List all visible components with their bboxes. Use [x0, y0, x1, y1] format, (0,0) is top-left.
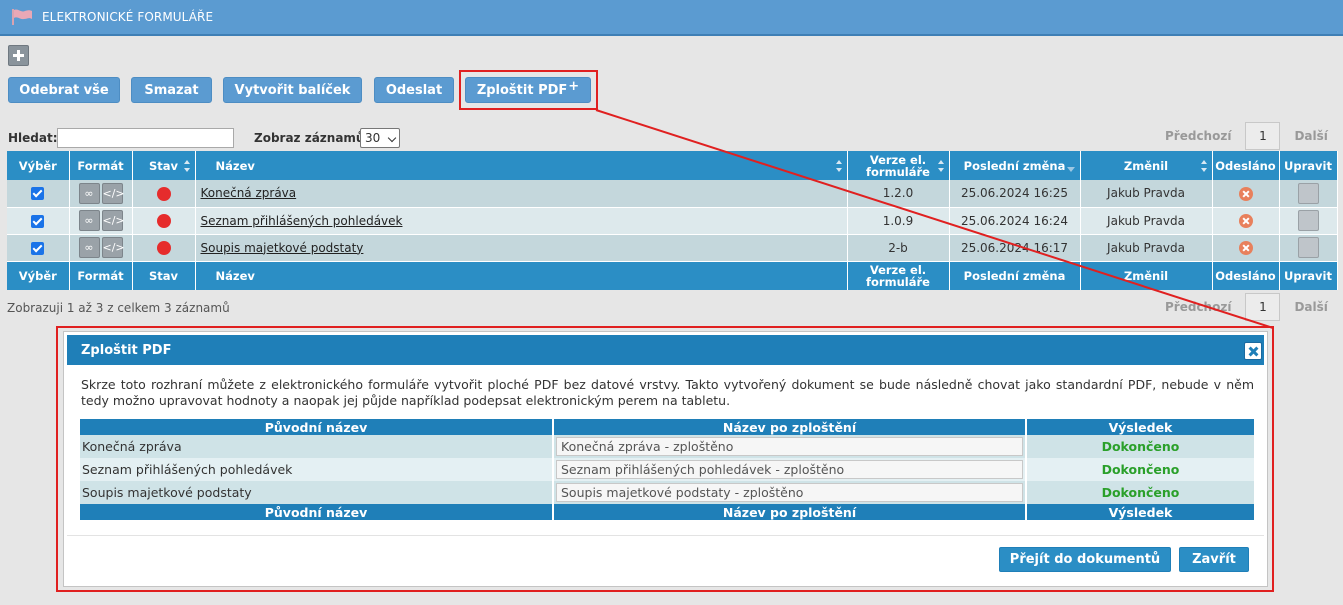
sort-icon — [183, 160, 190, 172]
table-footer-header: Výběr Formát Stav Název Verze el. formul… — [7, 261, 1338, 290]
status-dot — [156, 213, 171, 228]
status-dot — [156, 186, 171, 201]
sort-icon — [937, 160, 944, 172]
col-sent: Odesláno — [1212, 261, 1280, 290]
col-state: Stav — [132, 261, 196, 290]
pager-page[interactable]: 1 — [1245, 122, 1281, 150]
row-checkbox[interactable] — [31, 241, 45, 255]
col-version-label: Verze el. formuláře — [866, 152, 930, 179]
col-sent: Odesláno — [1212, 151, 1280, 180]
col-state-label: Stav — [148, 158, 179, 173]
page-size-label: Zobraz záznamů: — [254, 131, 370, 145]
table-row: ∞ </> Soupis majetkové podstaty 2-b 25.06… — [7, 234, 1338, 262]
xml-icon[interactable]: </> — [101, 182, 125, 204]
form-version: 1.0.9 — [847, 207, 950, 235]
remove-all-button[interactable]: Odebrat vše — [8, 77, 120, 103]
row-checkbox[interactable] — [31, 187, 45, 201]
form-version: 1.2.0 — [847, 180, 950, 208]
sort-icon — [1200, 160, 1207, 172]
status-dot — [156, 240, 171, 255]
col-select: Výběr — [7, 151, 70, 180]
col-name-label: Název — [215, 158, 255, 173]
pager-bottom: Předchozí 1 Další — [1165, 293, 1328, 321]
form-name-link[interactable]: Seznam přihlášených pohledávek — [201, 214, 403, 228]
create-package-button[interactable]: Vytvořit balíček — [223, 77, 362, 103]
forms-table: Výběr Formát Stav Název Verze el. formul… — [7, 151, 1338, 290]
col-version: Verze el. formuláře — [847, 261, 950, 290]
form-version: 2-b — [847, 234, 950, 262]
sort-icon — [835, 160, 842, 172]
col-changed-label: Poslední změna — [963, 158, 1066, 173]
form-user: Jakub Pravda — [1080, 180, 1213, 208]
form-user: Jakub Pravda — [1080, 234, 1213, 262]
not-sent-icon — [1238, 186, 1253, 201]
col-changed: Poslední změna — [949, 261, 1081, 290]
table-row: ∞ </> Seznam přihlášených pohledávek 1.0.… — [7, 207, 1338, 235]
col-select: Výběr — [7, 261, 70, 290]
form-changed: 25.06.2024 16:17 — [949, 234, 1081, 262]
pdf-icon[interactable]: ∞ — [78, 210, 100, 231]
form-name-link[interactable]: Soupis majetkové podstaty — [201, 241, 364, 255]
edit-hand-icon[interactable] — [1297, 182, 1319, 204]
col-format: Formát — [69, 151, 133, 180]
col-state[interactable]: Stav — [132, 151, 196, 180]
pager-next[interactable]: Další — [1294, 300, 1327, 314]
row-checkbox[interactable] — [31, 214, 45, 228]
form-changed: 25.06.2024 16:24 — [949, 207, 1081, 235]
delete-button[interactable]: Smazat — [131, 77, 212, 103]
col-name: Název — [195, 261, 848, 290]
not-sent-icon — [1238, 213, 1253, 228]
pager-prev[interactable]: Předchozí — [1165, 129, 1231, 143]
col-user-label: Změnil — [1123, 158, 1169, 173]
col-name[interactable]: Název — [195, 151, 848, 180]
form-changed: 25.06.2024 16:25 — [949, 180, 1081, 208]
col-version[interactable]: Verze el. formuláře — [847, 151, 950, 180]
col-edit: Upravit — [1279, 151, 1338, 180]
dialog-highlight — [56, 326, 1274, 592]
records-info: Zobrazuji 1 až 3 z celkem 3 záznamů — [7, 301, 230, 315]
page-size-select[interactable]: 30 — [360, 128, 400, 148]
col-changed[interactable]: Poslední změna — [949, 151, 1081, 180]
pager-next[interactable]: Další — [1294, 129, 1327, 143]
col-user: Změnil — [1080, 261, 1213, 290]
table-header: Výběr Formát Stav Název Verze el. formul… — [7, 151, 1338, 180]
col-format: Formát — [69, 261, 133, 290]
xml-icon[interactable]: </> — [101, 210, 125, 231]
pdf-icon[interactable]: ∞ — [78, 182, 100, 204]
pdf-icon[interactable]: ∞ — [78, 237, 100, 258]
page-title: ELEKTRONICKÉ FORMULÁŘE — [42, 10, 214, 24]
pager-prev[interactable]: Předchozí — [1165, 300, 1231, 314]
flag-icon — [12, 9, 32, 25]
send-button[interactable]: Odeslat — [374, 77, 454, 103]
search-label: Hledat: — [8, 131, 58, 145]
edit-hand-icon[interactable] — [1297, 237, 1319, 258]
not-sent-icon — [1238, 240, 1253, 255]
sort-desc-icon — [1066, 167, 1075, 172]
form-name-link[interactable]: Konečná zpráva — [201, 186, 297, 200]
form-user: Jakub Pravda — [1080, 207, 1213, 235]
col-edit: Upravit — [1279, 261, 1338, 290]
col-user[interactable]: Změnil — [1080, 151, 1213, 180]
xml-icon[interactable]: </> — [101, 237, 125, 258]
table-row: ∞ </> Konečná zpráva 1.2.0 25.06.2024 16:… — [7, 180, 1338, 208]
search-input[interactable] — [57, 128, 234, 148]
flatten-highlight — [459, 70, 598, 110]
title-bar: ELEKTRONICKÉ FORMULÁŘE — [0, 0, 1343, 36]
pager-page[interactable]: 1 — [1245, 293, 1281, 321]
edit-hand-icon[interactable] — [1297, 210, 1319, 231]
pager-top: Předchozí 1 Další — [1165, 122, 1328, 150]
add-form-button[interactable] — [8, 45, 29, 66]
